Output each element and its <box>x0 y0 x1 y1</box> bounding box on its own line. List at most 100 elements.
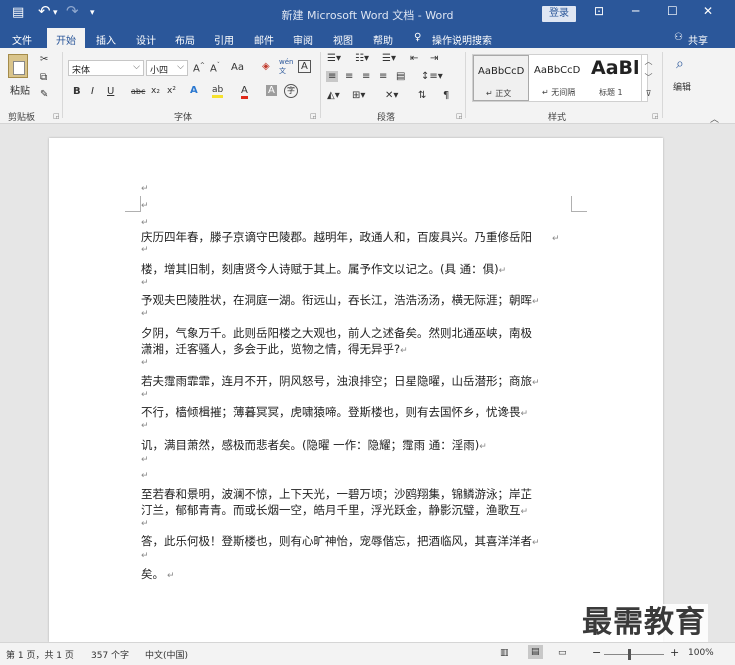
document-line: 予观夫巴陵胜状，在洞庭一湖。衔远山，吞长江，浩浩汤汤，横无际涯；朝晖↵ <box>141 293 540 307</box>
page-count[interactable]: 第 1 页，共 1 页 <box>6 648 74 661</box>
read-mode-icon[interactable]: ▥ <box>500 648 509 658</box>
styles-scroll[interactable]: ︿ ﹀ ⊽ <box>641 54 655 102</box>
language[interactable]: 中文(中国) <box>145 648 188 661</box>
tab-layout[interactable]: 布局 <box>175 32 195 47</box>
character-border-icon[interactable]: A <box>298 60 311 73</box>
highlight-icon[interactable]: ab <box>212 85 224 98</box>
subscript-button[interactable]: x₂ <box>151 86 160 96</box>
watermark-logo: 最需教育 <box>580 604 708 642</box>
style-normal[interactable]: AaBbCcD ↵ 正文 <box>473 55 529 101</box>
tab-references[interactable]: 引用 <box>214 32 234 47</box>
ribbon-tabs: 文件 开始 插入 设计 布局 引用 邮件 审阅 视图 帮助 ♀ 操作说明搜索 ⚇… <box>0 28 735 48</box>
copy-icon[interactable]: ⧉ <box>40 72 47 83</box>
numbering-icon[interactable]: ☷▾ <box>355 53 369 64</box>
tell-me-search[interactable]: 操作说明搜索 <box>432 32 492 47</box>
change-case-icon[interactable]: Aa <box>231 62 244 73</box>
font-size-select[interactable]: 小四 ⌵ <box>146 60 188 76</box>
multilevel-list-icon[interactable]: ☰▾ <box>382 53 396 64</box>
close-icon[interactable]: ✕ <box>703 4 713 18</box>
find-icon: ⌕ <box>676 56 684 72</box>
font-name-select[interactable]: 宋体 ⌵ <box>68 60 144 76</box>
character-shading-icon[interactable]: A <box>266 85 277 96</box>
align-left-icon[interactable]: ≡ <box>326 71 339 82</box>
paste-icon[interactable] <box>8 54 28 78</box>
paragraph-mark: ↵ <box>141 421 149 431</box>
tab-design[interactable]: 设计 <box>136 32 156 47</box>
line-spacing-icon[interactable]: ↕≡▾ <box>421 71 443 82</box>
minimize-icon[interactable]: ─ <box>632 4 639 18</box>
style-name: ↵ 无间隔 <box>542 88 576 97</box>
tab-mailings[interactable]: 邮件 <box>254 32 274 47</box>
borders-icon[interactable]: ⊞▾ <box>352 90 365 101</box>
document-line: 矣。 ↵ <box>141 567 175 581</box>
shading-icon[interactable]: ◭▾ <box>327 90 340 101</box>
tab-help[interactable]: 帮助 <box>373 32 393 47</box>
more-styles-icon[interactable]: ⊽ <box>642 86 655 102</box>
ribbon: 粘贴 ✂ ⧉ ✎ 剪贴板 ◲ 宋体 ⌵ 小四 ⌵ A^ Aˇ Aa ◈ wén 文 A… <box>0 48 735 125</box>
share-button[interactable]: 共享 <box>688 32 708 47</box>
zoom-slider[interactable] <box>604 654 664 655</box>
ribbon-display-icon[interactable]: ⊡ <box>594 4 604 18</box>
align-center-icon[interactable]: ≡ <box>345 71 353 82</box>
tab-insert[interactable]: 插入 <box>96 32 116 47</box>
chevron-up-icon[interactable]: ︿ <box>642 54 655 70</box>
style-heading-1[interactable]: AaBl 标题 1 <box>587 55 643 101</box>
document-page[interactable]: ↵ ↵ ↵ 庆历四年春，滕子京谪守巴陵郡。越明年，政通人和，百废具兴。乃重修岳阳… <box>49 138 663 642</box>
phonetic-guide-icon[interactable]: wén 文 <box>279 58 293 76</box>
zoom-slider-thumb[interactable] <box>628 649 631 660</box>
editing-button[interactable]: ⌕ 编辑 <box>671 54 697 104</box>
text-effects-icon[interactable]: A <box>190 85 198 96</box>
web-layout-icon[interactable]: ▭ <box>558 648 567 658</box>
chevron-down-icon[interactable]: ﹀ <box>642 70 655 86</box>
tab-home[interactable]: 开始 <box>47 28 85 48</box>
align-right-icon[interactable]: ≡ <box>362 71 370 82</box>
italic-button[interactable]: I <box>91 86 94 97</box>
paragraph-mark: ↵ <box>141 519 149 529</box>
tab-file[interactable]: 文件 <box>12 32 32 47</box>
zoom-out-button[interactable]: − <box>592 646 601 659</box>
tab-review[interactable]: 审阅 <box>293 32 313 47</box>
print-layout-icon[interactable]: ▤ <box>528 645 543 659</box>
strikethrough-button[interactable]: abc <box>131 87 145 96</box>
clear-formatting-icon[interactable]: ◈ <box>262 61 270 72</box>
grow-font-icon[interactable]: A^ <box>193 62 205 74</box>
font-launcher-icon[interactable]: ◲ <box>310 112 317 120</box>
increase-indent-icon[interactable]: ⇥ <box>430 53 438 64</box>
style-no-spacing[interactable]: AaBbCcD ↵ 无间隔 <box>530 55 586 101</box>
paragraph-mark: ↵ <box>141 309 149 319</box>
superscript-button[interactable]: x² <box>167 86 176 96</box>
zoom-in-button[interactable]: + <box>670 646 679 659</box>
distributed-icon[interactable]: ▤ <box>396 71 405 82</box>
divider <box>662 52 663 118</box>
show-marks-icon[interactable]: ¶ <box>443 90 449 101</box>
style-name: 标题 1 <box>599 88 623 97</box>
collapse-ribbon-icon[interactable]: ︿ <box>710 112 719 125</box>
margin-mark-left <box>125 196 141 212</box>
styles-group-label: 样式 <box>548 113 567 123</box>
document-canvas: ↵ ↵ ↵ 庆历四年春，滕子京谪守巴陵郡。越明年，政通人和，百废具兴。乃重修岳阳… <box>0 125 735 642</box>
paragraph-mark: ↵ <box>141 551 149 561</box>
login-button[interactable]: 登录 <box>542 6 576 22</box>
styles-launcher-icon[interactable]: ◲ <box>652 112 659 120</box>
justify-icon[interactable]: ≡ <box>379 71 387 82</box>
document-line: 楼，增其旧制，刻唐贤今人诗赋于其上。属予作文以记之。(具 通：俱)↵ <box>141 262 507 276</box>
maximize-icon[interactable]: ☐ <box>667 4 678 18</box>
paste-button[interactable]: 粘贴 <box>10 82 30 97</box>
font-color-icon[interactable]: A <box>241 85 248 99</box>
tab-view[interactable]: 视图 <box>333 32 353 47</box>
bold-button[interactable]: B <box>73 86 81 97</box>
sort-icon[interactable]: ⇅ <box>418 90 426 101</box>
cut-icon[interactable]: ✂ <box>40 54 48 65</box>
enclose-characters-icon[interactable]: 字 <box>284 84 298 98</box>
bullets-icon[interactable]: ☰▾ <box>327 53 341 64</box>
chinese-layout-icon[interactable]: ✕▾ <box>385 90 398 101</box>
word-count[interactable]: 357 个字 <box>91 648 129 661</box>
paragraph-launcher-icon[interactable]: ◲ <box>456 112 463 120</box>
underline-button[interactable]: U <box>107 86 114 97</box>
shrink-font-icon[interactable]: Aˇ <box>210 62 220 74</box>
clipboard-launcher-icon[interactable]: ◲ <box>53 112 60 120</box>
decrease-indent-icon[interactable]: ⇤ <box>410 53 418 64</box>
font-name-value: 宋体 <box>72 66 91 76</box>
zoom-level[interactable]: 100% <box>688 648 714 658</box>
format-painter-icon[interactable]: ✎ <box>40 89 48 100</box>
